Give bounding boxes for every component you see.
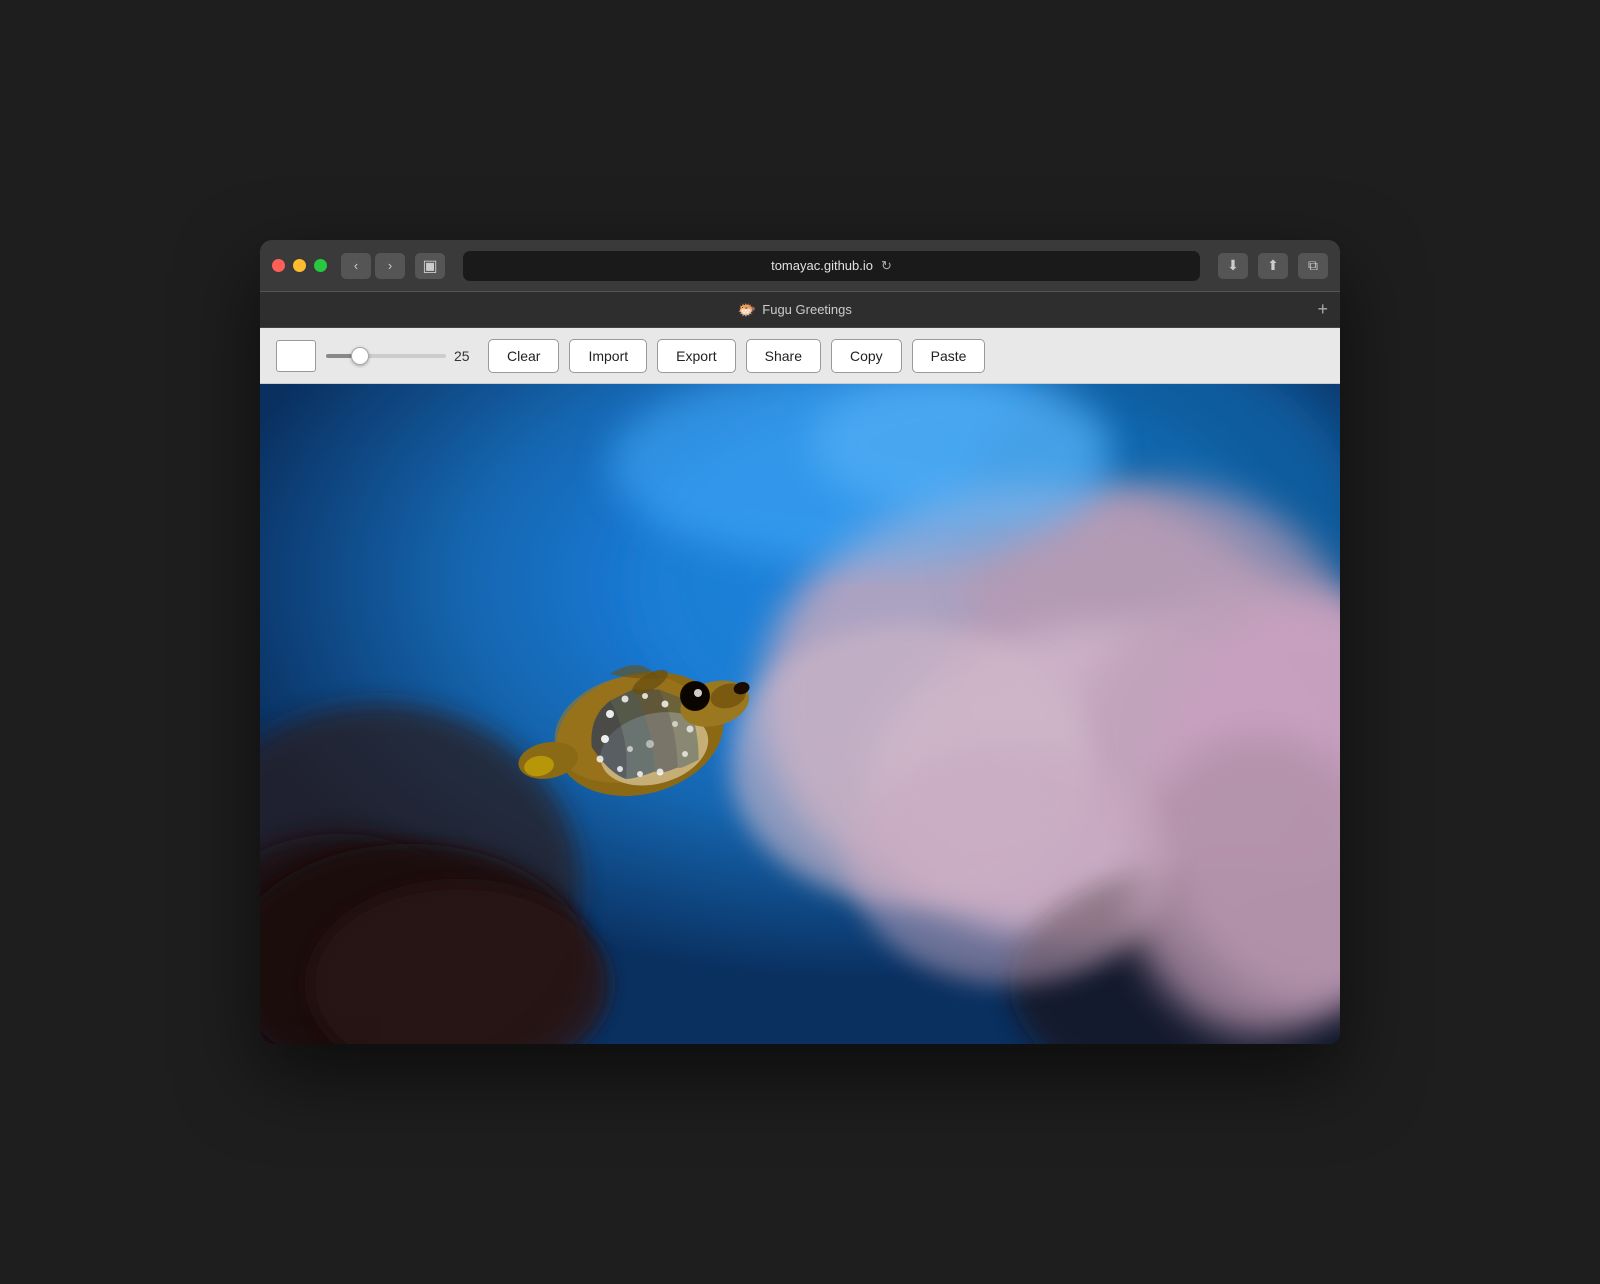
clear-button[interactable]: Clear — [488, 339, 559, 373]
back-icon: ‹ — [354, 258, 358, 273]
traffic-lights — [272, 259, 327, 272]
fish-scene — [260, 384, 1340, 1044]
back-button[interactable]: ‹ — [341, 253, 371, 279]
browser-toolbar-icons: ⬇ ⬆ ⧉ — [1218, 253, 1328, 279]
download-button[interactable]: ⬇ — [1218, 253, 1248, 279]
browser-window: ‹ › ▣ tomayac.github.io ↻ ⬇ ⬆ ⧉ — [260, 240, 1340, 1044]
sidebar-toggle-button[interactable]: ▣ — [415, 253, 445, 279]
share-app-button[interactable]: Share — [746, 339, 821, 373]
brush-size-slider[interactable] — [326, 354, 446, 358]
sidebar-icon: ▣ — [422, 256, 437, 276]
tab-title: Fugu Greetings — [762, 302, 852, 317]
paste-button[interactable]: Paste — [912, 339, 986, 373]
tabs-button[interactable]: ⧉ — [1298, 253, 1328, 279]
import-button[interactable]: Import — [569, 339, 647, 373]
nav-buttons: ‹ › — [341, 253, 405, 279]
titlebar: ‹ › ▣ tomayac.github.io ↻ ⬇ ⬆ ⧉ — [260, 240, 1340, 292]
tabbar: 🐡 Fugu Greetings + — [260, 292, 1340, 328]
new-tab-button[interactable]: + — [1317, 299, 1328, 320]
copy-button[interactable]: Copy — [831, 339, 902, 373]
close-button[interactable] — [272, 259, 285, 272]
color-picker[interactable] — [276, 340, 316, 372]
address-bar[interactable]: tomayac.github.io ↻ — [463, 251, 1200, 281]
tab-favicon: 🐡 — [738, 301, 757, 319]
forward-button[interactable]: › — [375, 253, 405, 279]
url-display: tomayac.github.io — [771, 258, 873, 273]
download-icon: ⬇ — [1227, 257, 1239, 274]
share-button[interactable]: ⬆ — [1258, 253, 1288, 279]
minimize-button[interactable] — [293, 259, 306, 272]
app-toolbar: 25 Clear Import Export Share Copy Paste — [260, 328, 1340, 384]
maximize-button[interactable] — [314, 259, 327, 272]
brush-size-value: 25 — [454, 348, 478, 364]
canvas-area[interactable] — [260, 384, 1340, 1044]
share-icon: ⬆ — [1267, 257, 1279, 274]
forward-icon: › — [388, 258, 392, 273]
reload-button[interactable]: ↻ — [881, 258, 892, 274]
tabs-icon: ⧉ — [1308, 257, 1318, 274]
export-button[interactable]: Export — [657, 339, 735, 373]
active-tab[interactable]: 🐡 Fugu Greetings — [272, 301, 1317, 319]
brush-size-container: 25 — [326, 348, 478, 364]
